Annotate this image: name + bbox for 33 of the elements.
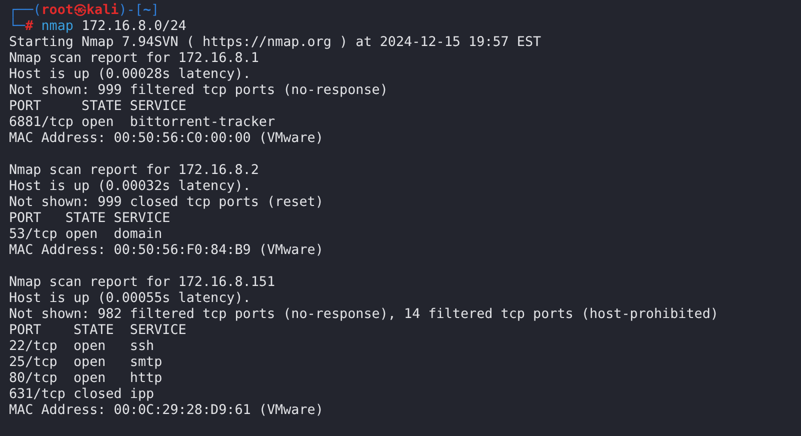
prompt-user: root: [41, 3, 74, 19]
output-line: MAC Address: 00:0C:29:28:D9:61 (VMware): [9, 403, 324, 419]
prompt-at-symbol: ㉿: [74, 3, 86, 19]
command-name: nmap: [41, 19, 74, 35]
output-line: Host is up (0.00055s latency).: [9, 291, 252, 307]
output-line: MAC Address: 00:50:56:C0:00:00 (VMware): [9, 131, 324, 147]
output-line: 53/tcp open domain: [9, 227, 164, 243]
output-line: Nmap scan report for 172.16.8.1: [9, 51, 260, 67]
output-line: Host is up (0.00028s latency).: [9, 67, 252, 83]
output-line: Not shown: 982 filtered tcp ports (no-response), 14 filtered tcp ports (host-prohibited): [9, 307, 720, 323]
output-line: 80/tcp open http: [9, 371, 164, 387]
output-line: PORT STATE SERVICE: [9, 211, 172, 227]
prompt-frame: ]: [151, 3, 160, 19]
output-line: Nmap scan report for 172.16.8.151: [9, 275, 276, 291]
prompt-frame: ┌──(: [9, 3, 42, 19]
prompt-host: kali: [86, 3, 119, 19]
output-line: 631/tcp closed ipp: [9, 387, 156, 403]
output-line: PORT STATE SERVICE: [9, 323, 188, 339]
prompt-frame: )-[: [118, 3, 143, 19]
output-line: Not shown: 999 filtered tcp ports (no-response): [9, 83, 389, 99]
output-line: 22/tcp open ssh: [9, 339, 156, 355]
prompt-frame: └─: [9, 19, 26, 35]
output-line: 6881/tcp open bittorrent-tracker: [9, 115, 276, 131]
output-line: MAC Address: 00:50:56:F0:84:B9 (VMware): [9, 243, 324, 259]
output-line: Not shown: 999 closed tcp ports (reset): [9, 195, 324, 211]
output-line: 25/tcp open smtp: [9, 355, 164, 371]
output-line: Starting Nmap 7.94SVN ( https://nmap.org ) at 2024-12-15 19:57 EST: [9, 35, 542, 51]
prompt-symbol: #: [25, 19, 34, 35]
prompt-directory: ~: [142, 3, 151, 19]
command-argument: 172.16.8.0/24: [82, 19, 186, 35]
output-line: Nmap scan report for 172.16.8.2: [9, 163, 260, 179]
output-line: PORT STATE SERVICE: [9, 99, 188, 115]
output-line: Host is up (0.00032s latency).: [9, 179, 252, 195]
